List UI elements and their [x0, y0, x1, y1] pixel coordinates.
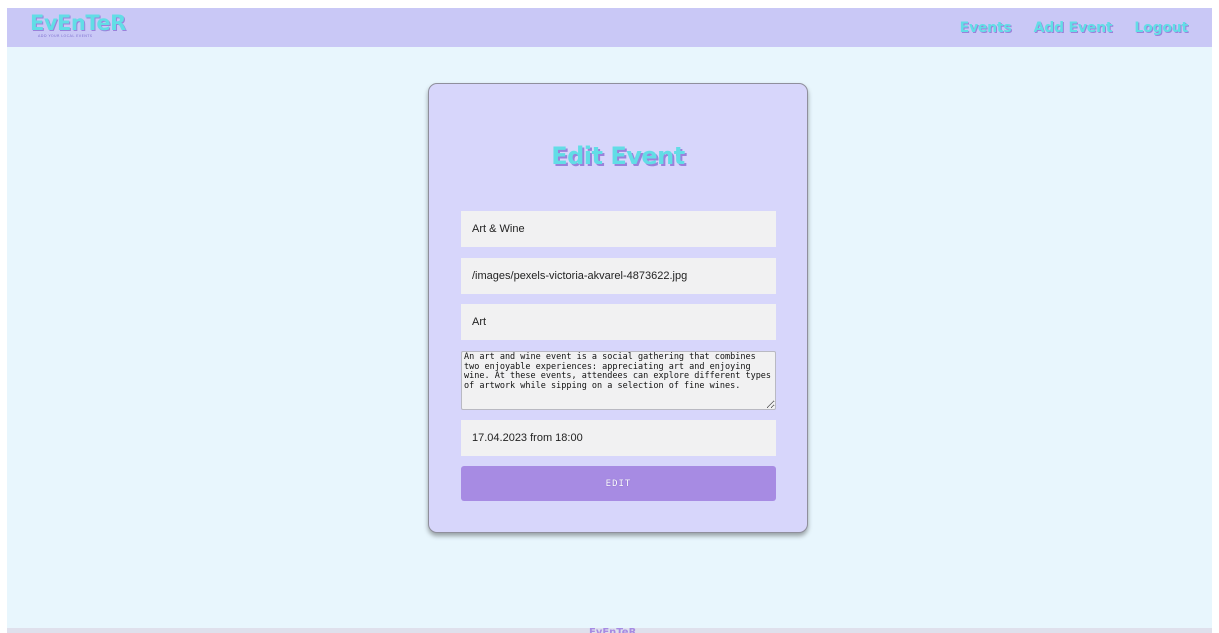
- nav-link-events[interactable]: Events: [960, 20, 1012, 36]
- nav-links: Events Add Event Logout: [960, 20, 1189, 36]
- event-title-input[interactable]: [461, 211, 776, 247]
- logo-text: EvEnTeR: [30, 11, 126, 35]
- logo[interactable]: EvEnTeR ADD YOUR LOCAL EVENTS: [30, 11, 126, 39]
- page-title: Edit Event: [551, 142, 685, 170]
- footer-logo: EvEnTeR: [589, 628, 636, 633]
- navbar: EvEnTeR ADD YOUR LOCAL EVENTS Events Add…: [7, 8, 1212, 47]
- nav-link-logout[interactable]: Logout: [1134, 20, 1188, 36]
- event-category-input[interactable]: [461, 304, 776, 340]
- edit-event-card: Edit Event An art and wine event is a so…: [428, 83, 808, 533]
- nav-link-add-event[interactable]: Add Event: [1034, 20, 1113, 36]
- app-viewport: EvEnTeR ADD YOUR LOCAL EVENTS Events Add…: [7, 8, 1212, 633]
- event-description-textarea[interactable]: An art and wine event is a social gather…: [461, 351, 776, 410]
- edit-button[interactable]: EDIT: [461, 466, 776, 501]
- event-date-input[interactable]: [461, 420, 776, 456]
- event-image-input[interactable]: [461, 258, 776, 294]
